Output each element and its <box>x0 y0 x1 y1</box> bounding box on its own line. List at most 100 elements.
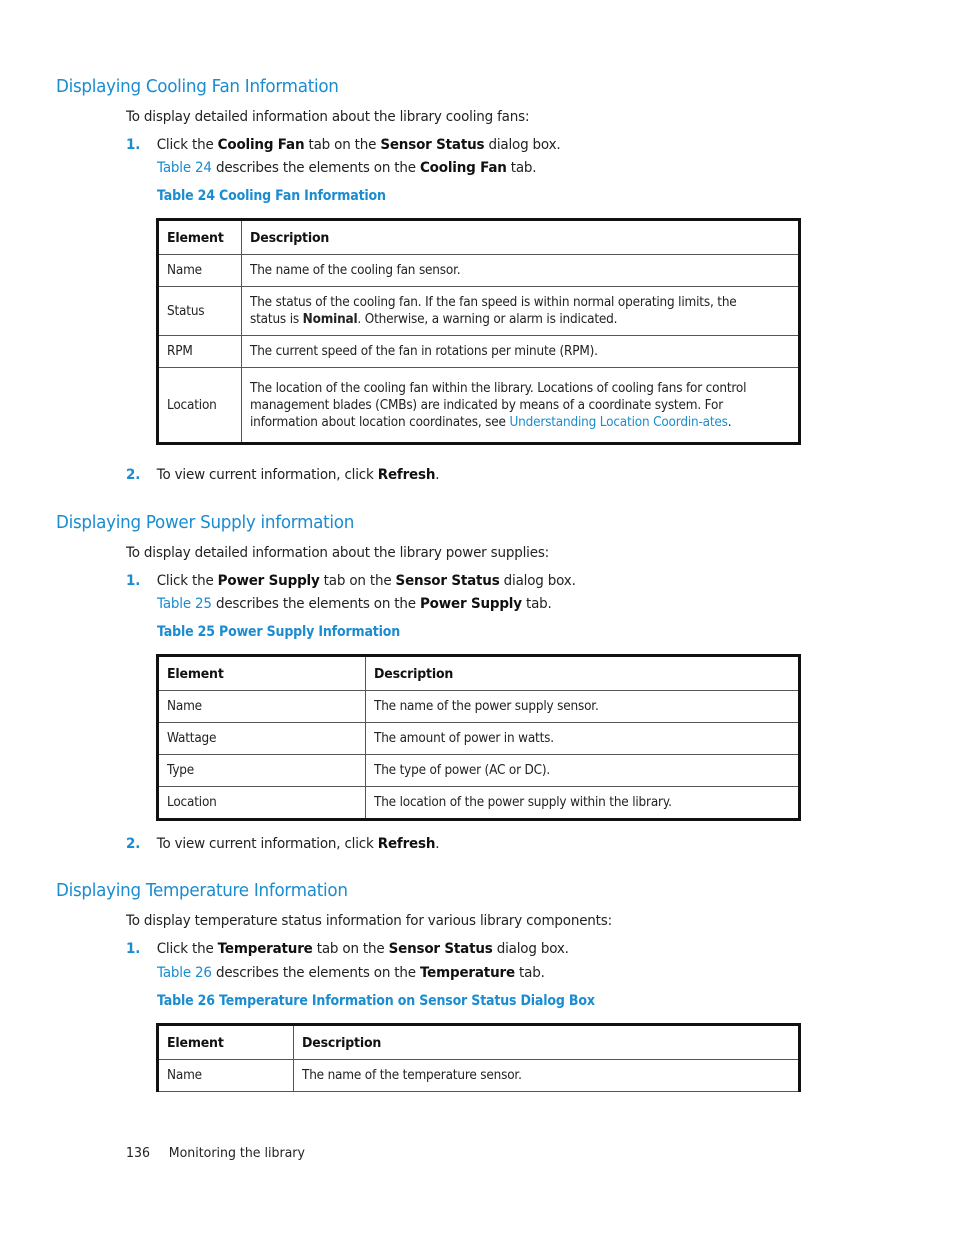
table-row: Wattage The amount of power in watts. <box>157 722 800 755</box>
power-supply-table: Element Description Name The name of the… <box>156 654 801 821</box>
step-text: . <box>435 467 440 483</box>
location-coordinates-link[interactable]: Understanding Location Coordin-ates <box>509 415 728 430</box>
ui-term: Refresh <box>377 836 436 852</box>
cell-element: Name <box>157 1059 294 1092</box>
chapter-title: Monitoring the library <box>168 1145 305 1161</box>
cell-description: The name of the temperature sensor. <box>293 1059 800 1092</box>
cell-element: Name <box>157 690 366 723</box>
header-element: Element <box>157 1024 294 1060</box>
ui-term: Cooling Fan <box>217 137 305 153</box>
step-number: 1. <box>126 573 141 589</box>
step-text: Click the <box>156 941 218 957</box>
ui-term: Power Supply <box>419 596 522 612</box>
step-text: tab on the <box>312 941 389 957</box>
step-text: . <box>435 836 440 852</box>
section-heading-cooling-fan: Displaying Cooling Fan Information <box>56 76 339 97</box>
cell-description: The location of the cooling fan within t… <box>241 367 800 444</box>
ref-text: describes the elements on the <box>211 160 420 176</box>
ref-text: tab. <box>514 965 545 981</box>
cell-element: RPM <box>157 335 242 368</box>
step-1: 1. Click the Temperature tab on the Senso… <box>126 941 569 957</box>
ref-text: tab. <box>506 160 537 176</box>
table-row: Location The location of the cooling fan… <box>157 367 800 444</box>
step-2: 2. To view current information, click Ref… <box>126 467 440 483</box>
table-24-link[interactable]: Table 24 <box>157 160 212 176</box>
cell-description: The amount of power in watts. <box>365 722 800 755</box>
page-number: 136 <box>126 1145 150 1161</box>
table-reference-line: Table 26 describes the elements on the T… <box>157 965 545 981</box>
table-header-row: Element Description <box>157 1024 800 1060</box>
header-description: Description <box>293 1024 800 1060</box>
description-text: The location of the cooling fan within t… <box>250 380 747 430</box>
cell-description: The name of the cooling fan sensor. <box>241 254 800 287</box>
ui-term: Sensor Status <box>388 941 493 957</box>
ui-term: Refresh <box>377 467 436 483</box>
step-text: tab on the <box>319 573 396 589</box>
intro-text: To display detailed information about th… <box>126 545 550 561</box>
step-number: 1. <box>126 941 141 957</box>
intro-text: To display detailed information about th… <box>126 109 530 125</box>
step-text: dialog box. <box>492 941 569 957</box>
table-row: Name The name of the temperature sensor. <box>157 1059 800 1092</box>
cell-element: Location <box>157 786 366 820</box>
step-number: 2. <box>126 467 141 483</box>
ref-text: describes the elements on the <box>211 965 420 981</box>
table-header-row: Element Description <box>157 219 800 255</box>
cell-description: The location of the power supply within … <box>365 786 800 820</box>
step-text: To view current information, click <box>156 467 378 483</box>
ui-term: Power Supply <box>217 573 320 589</box>
step-1: 1. Click the Power Supply tab on the Sens… <box>126 573 576 589</box>
header-description: Description <box>365 655 800 691</box>
table-row: Status The status of the cooling fan. If… <box>157 286 800 336</box>
table-row: Name The name of the power supply sensor… <box>157 690 800 723</box>
step-number: 1. <box>126 137 141 153</box>
step-2: 2. To view current information, click Ref… <box>126 836 440 852</box>
intro-text: To display temperature status informatio… <box>126 913 612 929</box>
table-row: Location The location of the power suppl… <box>157 786 800 820</box>
header-element: Element <box>157 655 366 691</box>
cell-element: Name <box>157 254 242 287</box>
header-description: Description <box>241 219 800 255</box>
step-text: dialog box. <box>484 137 561 153</box>
description-text: The status of the cooling fan. If the fa… <box>250 295 737 327</box>
table-reference-line: Table 25 describes the elements on the P… <box>157 596 552 612</box>
ui-term: Temperature <box>419 965 515 981</box>
table-25-link[interactable]: Table 25 <box>157 596 212 612</box>
table-row: RPM The current speed of the fan in rota… <box>157 335 800 368</box>
step-text: To view current information, click <box>156 836 378 852</box>
cooling-fan-table: Element Description Name The name of the… <box>156 218 801 445</box>
table-26-link[interactable]: Table 26 <box>157 965 212 981</box>
cell-description: The name of the power supply sensor. <box>365 690 800 723</box>
cell-element: Type <box>157 754 366 787</box>
cell-description: The status of the cooling fan. If the fa… <box>241 286 800 336</box>
table-header-row: Element Description <box>157 655 800 691</box>
ui-term: Sensor Status <box>395 573 500 589</box>
cell-description: The current speed of the fan in rotation… <box>241 335 800 368</box>
table-row: Name The name of the cooling fan sensor. <box>157 254 800 287</box>
ui-term: Sensor Status <box>380 137 485 153</box>
ref-text: describes the elements on the <box>211 596 420 612</box>
cell-element: Location <box>157 367 242 444</box>
header-element: Element <box>157 219 242 255</box>
page-footer: 136 Monitoring the library <box>126 1145 305 1161</box>
step-text: tab on the <box>304 137 381 153</box>
cell-element: Status <box>157 286 242 336</box>
table-caption: Table 24 Cooling Fan Information <box>157 188 386 204</box>
step-text: dialog box. <box>499 573 576 589</box>
table-reference-line: Table 24 describes the elements on the C… <box>157 160 537 176</box>
ui-term: Cooling Fan <box>419 160 507 176</box>
cell-element: Wattage <box>157 722 366 755</box>
temperature-table: Element Description Name The name of the… <box>156 1023 801 1092</box>
section-heading-temperature: Displaying Temperature Information <box>56 880 348 901</box>
step-1: 1. Click the Cooling Fan tab on the Senso… <box>126 137 561 153</box>
ref-text: tab. <box>521 596 552 612</box>
table-caption: Table 26 Temperature Information on Sens… <box>157 993 595 1009</box>
section-heading-power-supply: Displaying Power Supply information <box>56 512 355 533</box>
step-text: Click the <box>156 137 218 153</box>
step-number: 2. <box>126 836 141 852</box>
table-caption: Table 25 Power Supply Information <box>157 624 401 640</box>
table-row: Type The type of power (AC or DC). <box>157 754 800 787</box>
cell-description: The type of power (AC or DC). <box>365 754 800 787</box>
ui-term: Temperature <box>217 941 313 957</box>
step-text: Click the <box>156 573 218 589</box>
